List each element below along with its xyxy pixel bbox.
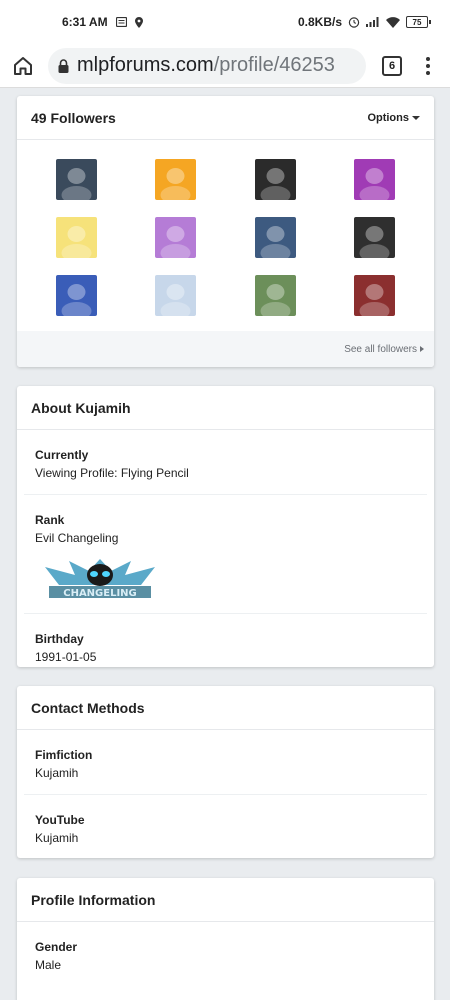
home-icon[interactable] (10, 53, 36, 79)
field-value: Kujamih (35, 766, 79, 780)
battery-icon: 75 (406, 16, 431, 28)
field-rank: Rank Evil Changeling CHANGELING (24, 495, 427, 614)
options-label: Options (367, 111, 409, 124)
field-gender: Gender Male (24, 922, 427, 986)
rank-badge-text: CHANGELING (63, 588, 137, 599)
followers-card: 49 Followers Options See all followers (17, 96, 434, 367)
follower-avatar[interactable] (353, 275, 395, 316)
about-header: About Kujamih (17, 386, 434, 430)
field-value: Evil Changeling (35, 531, 119, 545)
network-speed: 0.8KB/s (297, 15, 342, 29)
field-birthday: Birthday 1991-01-05 (24, 614, 427, 667)
profile-info-header: Profile Information (17, 878, 434, 922)
about-card: About Kujamih Currently Viewing Profile:… (17, 386, 434, 667)
follower-avatar[interactable] (254, 217, 296, 258)
follower-avatar[interactable] (56, 275, 98, 316)
follower-avatar[interactable] (254, 275, 296, 316)
field-youtube: YouTube Kujamih (24, 795, 427, 858)
follower-avatar[interactable] (254, 159, 296, 200)
field-label: YouTube (35, 813, 85, 827)
follower-avatar[interactable] (155, 217, 197, 258)
lock-icon (58, 58, 69, 73)
contact-title: Contact Methods (31, 699, 145, 716)
arrow-right-icon (420, 346, 424, 352)
field-value: Kujamih (35, 831, 79, 845)
tab-switcher-button[interactable]: 6 (382, 55, 402, 76)
profile-info-title: Profile Information (31, 891, 156, 908)
follower-avatar[interactable] (56, 217, 98, 258)
field-currently: Currently Viewing Profile: Flying Pencil (24, 430, 427, 495)
contact-header: Contact Methods (17, 686, 434, 730)
field-fimfiction: Fimfiction Kujamih (24, 730, 427, 795)
signal-icon (366, 17, 380, 27)
about-title: About Kujamih (31, 399, 131, 416)
follower-avatar[interactable] (155, 159, 197, 200)
profile-info-card: Profile Information Gender Male (17, 878, 434, 1000)
rank-badge-image: CHANGELING (45, 559, 155, 599)
followers-title: 49 Followers (31, 109, 116, 126)
contact-card: Contact Methods Fimfiction Kujamih YouTu… (17, 686, 434, 858)
field-label: Fimfiction (35, 748, 93, 762)
alarm-icon (348, 16, 360, 28)
field-label: Gender (35, 940, 78, 954)
battery-level: 75 (412, 17, 422, 27)
follower-avatar[interactable] (353, 217, 395, 258)
browser-menu-icon[interactable] (416, 56, 440, 75)
field-label: Rank (35, 513, 65, 527)
field-value: Male (35, 958, 62, 972)
field-label: Birthday (35, 632, 84, 646)
followers-header: 49 Followers Options (17, 96, 434, 140)
location-icon (134, 16, 143, 28)
wifi-icon (386, 16, 400, 28)
follower-avatar[interactable] (56, 159, 98, 200)
field-value: 1991-01-05 (35, 650, 97, 664)
url-path: /profile/46253 (213, 54, 335, 76)
options-button[interactable]: Options (367, 112, 420, 124)
status-bar: 6:31 AM 0.8KB/s 75 (0, 0, 450, 44)
field-value: Viewing Profile: Flying Pencil (35, 466, 189, 480)
followers-grid (17, 140, 434, 331)
message-icon (115, 17, 127, 27)
field-label: Currently (35, 448, 89, 462)
browser-toolbar: mlpforums.com/profile/46253 6 (0, 44, 450, 88)
url-host: mlpforums.com (77, 54, 214, 76)
follower-avatar[interactable] (155, 275, 197, 316)
status-time: 6:31 AM (62, 15, 108, 29)
see-all-label: See all followers (344, 343, 417, 355)
caret-down-icon (412, 115, 420, 120)
follower-avatar[interactable] (353, 159, 395, 200)
see-all-followers-link[interactable]: See all followers (17, 331, 434, 367)
address-bar[interactable]: mlpforums.com/profile/46253 (48, 47, 366, 84)
